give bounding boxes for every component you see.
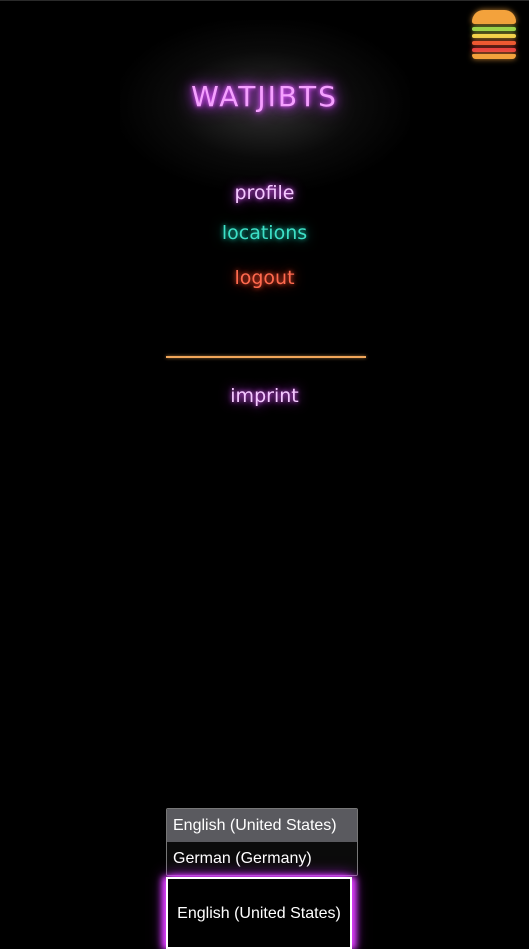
language-option-german[interactable]: German (Germany) (167, 842, 357, 875)
burger-bar (472, 41, 516, 45)
nav-link-locations[interactable]: locations (0, 222, 529, 244)
brand-title[interactable]: WATJIBTS (0, 80, 529, 113)
burger-bun-top (472, 10, 516, 24)
language-select[interactable]: English (United States) (166, 877, 352, 949)
nav-link-imprint[interactable]: imprint (0, 385, 529, 407)
burger-bar (472, 34, 516, 38)
language-select-value: English (United States) (177, 905, 341, 922)
top-border-line (0, 0, 529, 1)
burger-bun-bottom (472, 54, 516, 59)
burger-bar (472, 48, 516, 52)
language-dropdown-list[interactable]: English (United States) German (Germany) (166, 808, 358, 876)
hamburger-menu-icon[interactable] (471, 10, 517, 60)
nav-link-logout[interactable]: logout (0, 267, 529, 289)
nav-link-profile[interactable]: profile (0, 182, 529, 204)
burger-bar (472, 27, 516, 31)
language-option-english[interactable]: English (United States) (167, 809, 357, 842)
menu-divider (166, 356, 366, 358)
